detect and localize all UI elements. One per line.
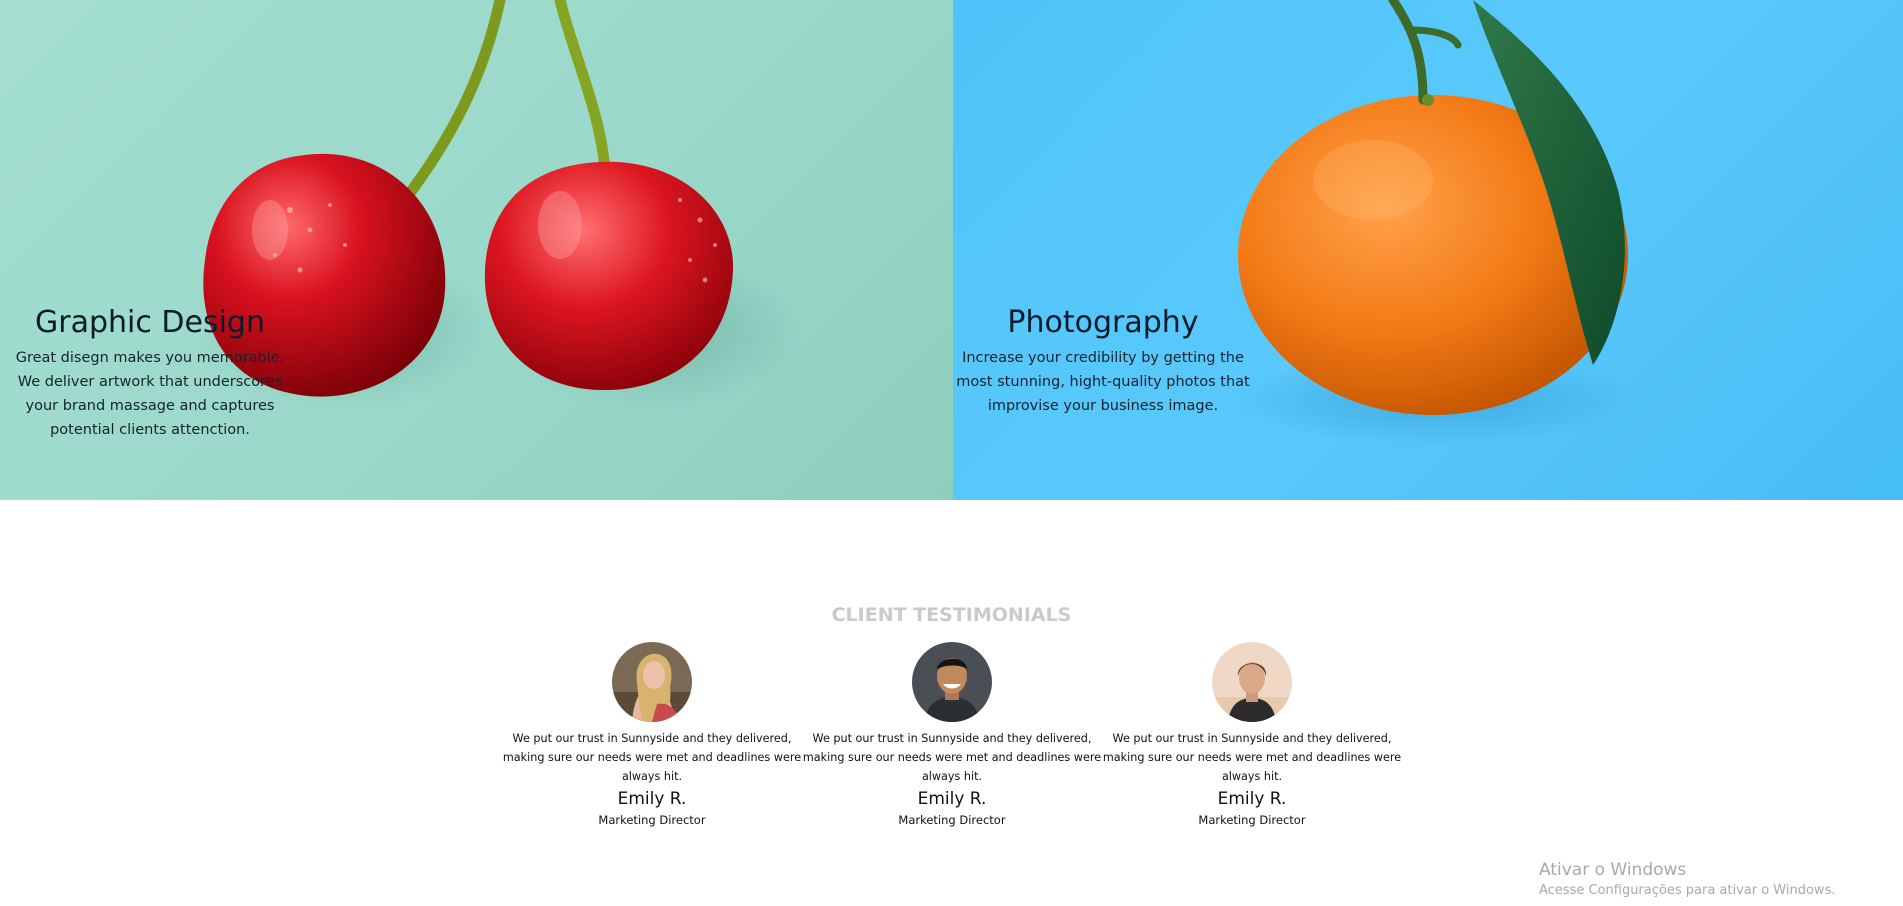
windows-activation-watermark: Ativar o Windows Acesse Configurações pa… (1539, 860, 1835, 898)
testimonial-role: Marketing Director (1198, 813, 1306, 827)
testimonial-role: Marketing Director (598, 813, 706, 827)
graphic-design-text: Graphic Design Great disegn makes you me… (10, 305, 290, 442)
photography-description: Increase your credibility by getting the… (956, 350, 1250, 414)
testimonial-quote: We put our trust in Sunnyside and they d… (1102, 732, 1402, 783)
testimonials-title: CLIENT TESTIMONIALS (831, 604, 1072, 626)
testimonial-cards: We put our trust in Sunnyside and they d… (502, 642, 1402, 842)
photography-panel: Photography Increase your credibility by… (953, 0, 1903, 500)
smiling-man-avatar (912, 642, 992, 722)
testimonial-quote: We put our trust in Sunnyside and they d… (802, 732, 1102, 783)
photography-title: Photography (1007, 305, 1199, 340)
testimonial-card: We put our trust in Sunnyside and they d… (502, 642, 802, 827)
testimonial-role: Marketing Director (898, 813, 1006, 827)
watermark-subtitle: Acesse Configurações para ativar o Windo… (1539, 883, 1836, 898)
graphic-design-description: Great disegn makes you memorable. We del… (15, 350, 285, 438)
short-hair-woman-avatar (1212, 642, 1292, 722)
testimonial-card: We put our trust in Sunnyside and they d… (1102, 642, 1402, 827)
testimonial-quote: We put our trust in Sunnyside and they d… (502, 732, 802, 783)
orange-image (1223, 0, 1643, 445)
testimonial-card: We put our trust in Sunnyside and they d… (802, 642, 1102, 827)
graphic-design-panel: Graphic Design Great disegn makes you me… (0, 0, 953, 500)
woman-long-hair-avatar (612, 642, 692, 722)
graphic-design-title: Graphic Design (35, 305, 265, 340)
testimonials-section: CLIENT TESTIMONIALS We put our trust in … (0, 500, 1903, 906)
testimonial-name: Emily R. (617, 789, 687, 809)
services-hero: Graphic Design Great disegn makes you me… (0, 0, 1903, 500)
testimonial-name: Emily R. (917, 789, 987, 809)
testimonial-name: Emily R. (1217, 789, 1287, 809)
photography-text: Photography Increase your credibility by… (953, 305, 1253, 418)
watermark-title: Ativar o Windows (1539, 860, 1687, 880)
